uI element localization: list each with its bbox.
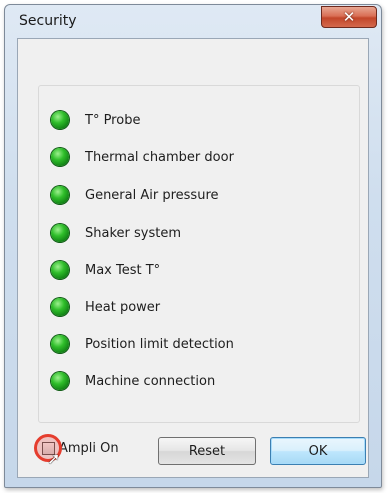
ampli-on-checkbox-row[interactable]: ➚ Ampli On bbox=[34, 434, 119, 468]
close-button[interactable]: ✕ bbox=[321, 6, 377, 28]
status-led-icon bbox=[51, 335, 69, 353]
close-icon: ✕ bbox=[342, 8, 356, 26]
mouse-cursor-icon: ➚ bbox=[47, 449, 61, 468]
indicator-group: T° Probe Thermal chamber door General Ai… bbox=[38, 85, 360, 423]
indicator-max-test-t: Max Test T° bbox=[51, 258, 160, 282]
reset-button[interactable]: Reset bbox=[158, 437, 256, 465]
status-led-icon bbox=[51, 372, 69, 390]
status-led-icon bbox=[51, 298, 69, 316]
window-title: Security bbox=[19, 13, 77, 29]
indicator-general-air-pressure: General Air pressure bbox=[51, 183, 219, 207]
indicator-label: Shaker system bbox=[85, 225, 181, 241]
indicator-label: General Air pressure bbox=[85, 187, 219, 203]
dialog-body: T° Probe Thermal chamber door General Ai… bbox=[17, 38, 369, 478]
title-bar[interactable]: Security ✕ bbox=[5, 5, 381, 37]
indicator-position-limit-detection: Position limit detection bbox=[51, 332, 234, 356]
indicator-t-probe: T° Probe bbox=[51, 108, 140, 132]
status-led-icon bbox=[51, 148, 69, 166]
indicator-shaker-system: Shaker system bbox=[51, 221, 181, 245]
security-dialog: Security ✕ T° Probe Thermal chamber door… bbox=[4, 4, 382, 488]
indicator-label: Heat power bbox=[85, 299, 161, 315]
indicator-machine-connection: Machine connection bbox=[51, 369, 215, 393]
status-led-icon bbox=[51, 111, 69, 129]
indicator-label: Position limit detection bbox=[85, 336, 234, 352]
indicator-heat-power: Heat power bbox=[51, 295, 160, 319]
status-led-icon bbox=[51, 186, 69, 204]
indicator-label: Max Test T° bbox=[85, 262, 161, 278]
indicator-label: Thermal chamber door bbox=[85, 149, 234, 165]
ampli-on-checkbox[interactable]: ➚ bbox=[34, 434, 62, 468]
indicator-thermal-chamber-door: Thermal chamber door bbox=[51, 145, 234, 169]
ampli-on-label[interactable]: Ampli On bbox=[59, 441, 119, 456]
ok-button[interactable]: OK bbox=[270, 437, 366, 465]
status-led-icon bbox=[51, 224, 69, 242]
indicator-label: Machine connection bbox=[85, 373, 216, 389]
indicator-label: T° Probe bbox=[85, 112, 141, 128]
status-led-icon bbox=[51, 261, 69, 279]
